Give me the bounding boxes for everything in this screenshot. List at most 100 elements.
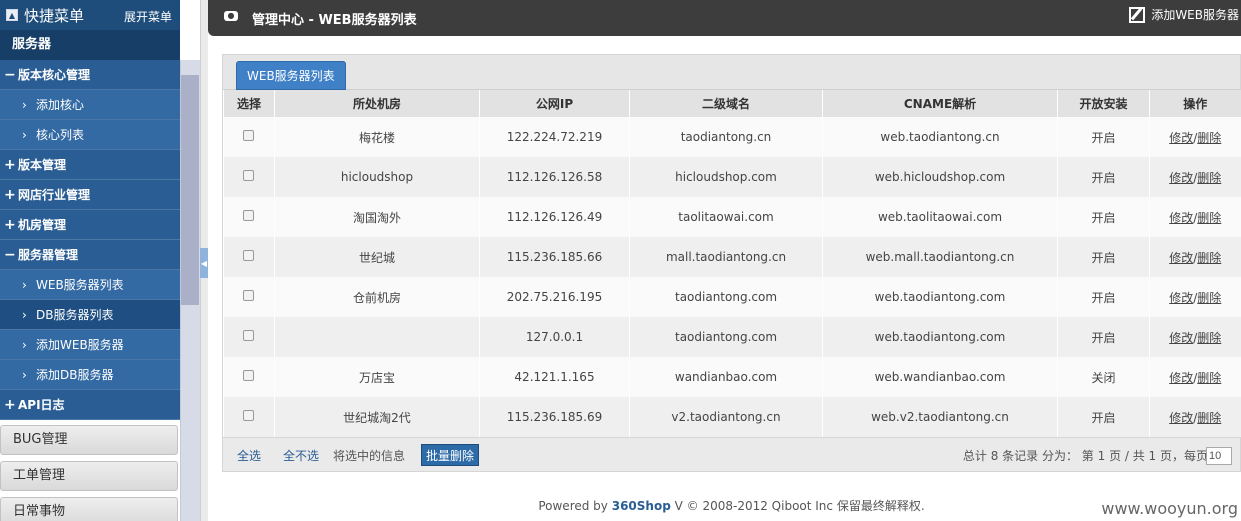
delete-link[interactable]: 删除 — [1197, 411, 1221, 425]
edit-link[interactable]: 修改 — [1169, 331, 1193, 345]
cell-ip: 127.0.0.1 — [525, 330, 584, 344]
powered-prefix: Powered by — [538, 499, 612, 513]
sidebar-section-button[interactable]: BUG管理 — [0, 425, 178, 455]
server-list-panel: WEB服务器列表 选择 所处机房 公网IP 二级域名 CNAME解析 开放安装 … — [222, 54, 1241, 472]
collapse-sidebar-icon[interactable]: ◀ — [200, 248, 208, 278]
chevron-right-icon: › — [22, 368, 27, 382]
cell-ip: 42.121.1.165 — [514, 370, 595, 384]
collapse-icon: − — [4, 247, 16, 263]
row-checkbox[interactable] — [243, 210, 255, 221]
cell-domain: taolitaowai.com — [678, 210, 774, 224]
cell-cname: web.mall.taodiantong.cn — [865, 250, 1015, 264]
delete-link[interactable]: 删除 — [1197, 331, 1221, 345]
add-web-server-label: 添加WEB服务器 — [1151, 8, 1239, 22]
edit-link[interactable]: 修改 — [1169, 291, 1193, 305]
row-checkbox[interactable] — [243, 130, 255, 141]
cell-cname: web.taodiantong.cn — [880, 130, 1000, 144]
row-checkbox[interactable] — [243, 410, 255, 421]
chevron-right-icon: › — [22, 338, 27, 352]
bulk-delete-button[interactable]: 批量删除 — [421, 444, 480, 466]
row-checkbox[interactable] — [243, 370, 255, 381]
row-checkbox[interactable] — [243, 330, 255, 341]
select-none-link[interactable]: 全不选 — [283, 447, 319, 464]
cell-domain: v2.taodiantong.cn — [671, 410, 781, 424]
cell-room: 世纪城 — [358, 250, 395, 265]
delete-link[interactable]: 删除 — [1197, 291, 1221, 305]
expand-icon: + — [4, 397, 16, 413]
per-page-input[interactable] — [1206, 447, 1232, 465]
header-actions: 操作 — [1149, 90, 1241, 117]
cell-room: 仓前机房 — [352, 290, 401, 305]
chevron-right-icon: › — [22, 98, 27, 112]
cell-room: 万店宝 — [358, 370, 395, 385]
cell-domain: taodiantong.cn — [680, 130, 772, 144]
expand-icon: + — [4, 187, 16, 203]
cell-room: 淘国淘外 — [352, 210, 401, 225]
expand-menu-link[interactable]: 展开菜单 — [124, 8, 172, 25]
row-checkbox[interactable] — [243, 290, 255, 301]
sidebar-scrollbar-thumb[interactable] — [181, 75, 199, 305]
sidebar-item[interactable]: + 网店行业管理 — [0, 180, 180, 210]
select-all-link[interactable]: 全选 — [237, 447, 261, 464]
edit-link[interactable]: 修改 — [1169, 131, 1193, 145]
sidebar-item[interactable]: › DB服务器列表 — [0, 300, 180, 330]
sidebar-item[interactable]: − 服务器管理 — [0, 240, 180, 270]
header-domain: 二级域名 — [629, 90, 823, 117]
menu-toggle-icon[interactable]: ▲ — [6, 9, 18, 21]
expand-icon: + — [4, 217, 16, 233]
delete-link[interactable]: 删除 — [1197, 211, 1221, 225]
sidebar-item-label: API日志 — [18, 398, 65, 412]
row-checkbox[interactable] — [243, 250, 255, 261]
sidebar-item-label: 机房管理 — [18, 218, 67, 232]
cell-ip: 115.236.185.66 — [506, 250, 603, 264]
page-title: 管理中心 - WEB服务器列表 — [252, 13, 417, 28]
table-row: 127.0.0.1 taodiantong.com web.taodiantong.… — [223, 317, 1241, 357]
tab-web-server-list[interactable]: WEB服务器列表 — [236, 61, 346, 90]
edit-link[interactable]: 修改 — [1169, 171, 1193, 185]
sidebar-item[interactable]: › 核心列表 — [0, 120, 180, 150]
sidebar-group-servers[interactable]: 服务器 — [0, 30, 180, 60]
sidebar-item-label: 添加WEB服务器 — [36, 338, 124, 352]
add-web-server-button[interactable]: 添加WEB服务器 — [1129, 6, 1239, 23]
sidebar-item[interactable]: − 版本核心管理 — [0, 60, 180, 90]
delete-link[interactable]: 删除 — [1197, 171, 1221, 185]
sidebar-menu: − 版本核心管理 › 添加核心 › 核心列表 + 版本管理 + 网店行业管理 + 机房管理 − 服务器管理… — [0, 60, 180, 420]
expand-icon: + — [4, 157, 16, 173]
delete-link[interactable]: 删除 — [1197, 371, 1221, 385]
delete-link[interactable]: 删除 — [1197, 131, 1221, 145]
cell-domain: taodiantong.com — [674, 290, 778, 304]
row-checkbox[interactable] — [243, 170, 255, 181]
server-table: 选择 所处机房 公网IP 二级域名 CNAME解析 开放安装 操作 梅花楼 122… — [223, 90, 1241, 437]
sidebar-item[interactable]: + 版本管理 — [0, 150, 180, 180]
top-bar: ● 管理中心 - WEB服务器列表 添加WEB服务器 — [208, 0, 1241, 36]
sidebar-item[interactable]: › 添加DB服务器 — [0, 360, 180, 390]
cell-status: 开启 — [1091, 410, 1116, 425]
powered-brand[interactable]: 360Shop — [612, 499, 671, 513]
edit-link[interactable]: 修改 — [1169, 411, 1193, 425]
sidebar-section-button[interactable]: 工单管理 — [0, 461, 178, 491]
sidebar-item-label: 网店行业管理 — [18, 188, 91, 202]
sidebar-item[interactable]: › 添加核心 — [0, 90, 180, 120]
powered-by: Powered by 360Shop V © 2008-2012 Qiboot … — [222, 497, 1241, 514]
home-icon: ● — [224, 11, 238, 21]
header-ip: 公网IP — [479, 90, 630, 117]
sidebar-item[interactable]: › 添加WEB服务器 — [0, 330, 180, 360]
sidebar-section-button[interactable]: 日常事物 — [0, 497, 178, 521]
delete-link[interactable]: 删除 — [1197, 251, 1221, 265]
collapse-icon: − — [4, 67, 16, 83]
cell-room: 世纪城淘2代 — [343, 410, 411, 425]
cell-cname: web.taodiantong.com — [874, 290, 1006, 304]
edit-link[interactable]: 修改 — [1169, 211, 1193, 225]
sidebar-item[interactable]: + 机房管理 — [0, 210, 180, 240]
edit-link[interactable]: 修改 — [1169, 251, 1193, 265]
chevron-right-icon: › — [22, 308, 27, 322]
cell-domain: mall.taodiantong.cn — [665, 250, 787, 264]
sidebar-item[interactable]: › WEB服务器列表 — [0, 270, 180, 300]
edit-link[interactable]: 修改 — [1169, 371, 1193, 385]
cell-cname: web.wandianbao.com — [874, 370, 1006, 384]
table-row: 世纪城淘2代 115.236.185.69 v2.taodiantong.cn web… — [223, 397, 1241, 437]
cell-status: 关闭 — [1091, 370, 1116, 385]
sidebar-item[interactable]: + API日志 — [0, 390, 180, 420]
cell-cname: web.taolitaowai.com — [877, 210, 1003, 224]
cell-ip: 202.75.216.195 — [506, 290, 603, 304]
